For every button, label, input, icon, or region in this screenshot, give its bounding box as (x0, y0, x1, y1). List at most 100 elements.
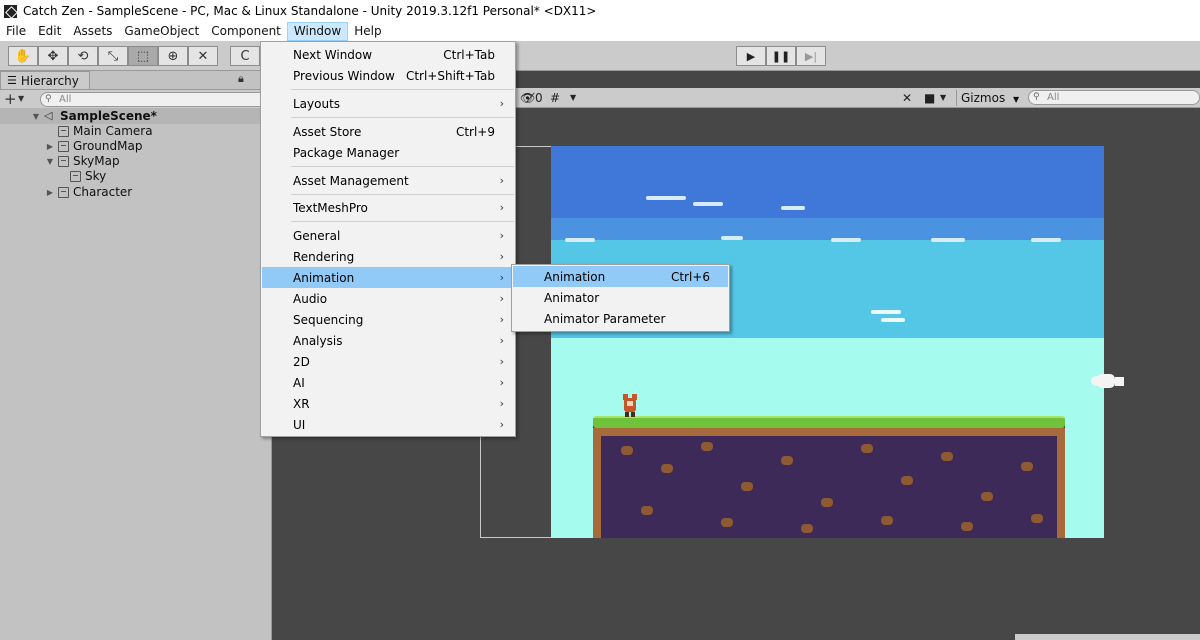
scale-tool-button[interactable]: ⤡ (98, 46, 128, 66)
menu-item-analysis[interactable]: Analysis › (262, 330, 514, 351)
chevron-down-icon[interactable]: ▼ (18, 94, 24, 103)
submenu-arrow-icon: › (499, 355, 504, 368)
gizmos-button[interactable]: Gizmos ▼ (956, 90, 1023, 106)
submenu-item-animator[interactable]: Animator (513, 287, 728, 308)
tree-row-sky[interactable]: Sky (0, 168, 272, 184)
pivot-toggle-button[interactable]: C (230, 46, 260, 66)
hierarchy-search-placeholder: All (59, 94, 72, 105)
window-title: Catch Zen - SampleScene - PC, Mac & Linu… (23, 4, 597, 18)
menu-item-layouts[interactable]: Layouts › (262, 93, 514, 114)
rock (821, 498, 833, 507)
submenu-arrow-icon: › (499, 397, 504, 410)
menu-item-animation[interactable]: Animation › (262, 267, 514, 288)
menu-separator (291, 89, 514, 90)
rock (721, 518, 733, 527)
unity-logo-icon (4, 4, 17, 18)
submenu-arrow-icon: › (499, 97, 504, 110)
submenu-arrow-icon: › (499, 201, 504, 214)
transform-tool-button[interactable]: ⊕ (158, 46, 188, 66)
tools-icon[interactable]: ✕ (902, 90, 912, 106)
grid-snap-icon[interactable]: # (550, 90, 560, 106)
menu-file[interactable]: File (0, 22, 32, 41)
tree-row-scene[interactable]: ▼ ◁ SampleScene* (0, 108, 272, 124)
gameobject-cube-icon (58, 140, 69, 152)
rock (741, 482, 753, 491)
menu-item-ui[interactable]: UI › (262, 414, 514, 435)
rect-tool-button[interactable]: ⬚ (128, 46, 158, 66)
scene-search-input[interactable]: ⚲ All (1028, 90, 1200, 105)
menu-item-next-window[interactable]: Next Window Ctrl+Tab (262, 44, 514, 65)
menu-item-ai[interactable]: AI › (262, 372, 514, 393)
hidden-objects-icon[interactable]: 👁︎̸ (520, 90, 535, 106)
add-object-button[interactable]: + (4, 90, 17, 108)
menu-item-general[interactable]: General › (262, 225, 514, 246)
hidden-objects-count: 0 (535, 91, 543, 105)
menu-item-asset-store[interactable]: Asset Store Ctrl+9 (262, 121, 514, 142)
menu-item-asset-management[interactable]: Asset Management › (262, 170, 514, 191)
menu-item-previous-window[interactable]: Previous Window Ctrl+Shift+Tab (262, 65, 514, 86)
rock (961, 522, 973, 531)
menu-edit[interactable]: Edit (32, 22, 67, 41)
menu-item-package-manager[interactable]: Package Manager (262, 142, 514, 163)
menu-item-xr[interactable]: XR › (262, 393, 514, 414)
hand-tool-icon: ✋ (14, 48, 32, 64)
menu-separator (291, 166, 514, 167)
expand-arrow-icon[interactable]: ▶ (44, 188, 56, 197)
hierarchy-search-input[interactable]: ⚲ All (40, 92, 270, 107)
menu-separator (291, 117, 514, 118)
hierarchy-tab[interactable]: ☰ Hierarchy (0, 71, 90, 89)
chevron-down-icon[interactable]: ▼ (940, 90, 946, 106)
expand-arrow-icon[interactable]: ▼ (30, 112, 42, 121)
animation-submenu: Animation Ctrl+6 Animator Animator Param… (511, 264, 730, 332)
chevron-down-icon[interactable]: ▼ (570, 90, 576, 106)
play-button[interactable]: ▶ (736, 46, 766, 66)
tree-row-main-camera[interactable]: Main Camera (0, 123, 272, 139)
menu-item-rendering[interactable]: Rendering › (262, 246, 514, 267)
expand-arrow-icon[interactable]: ▶ (44, 142, 56, 151)
pause-button[interactable]: ❚❚ (766, 46, 796, 66)
menu-window[interactable]: Window (286, 22, 349, 41)
menu-item-shortcut: Ctrl+Shift+Tab (405, 68, 495, 83)
submenu-arrow-icon: › (499, 229, 504, 242)
submenu-item-animation[interactable]: Animation Ctrl+6 (513, 266, 728, 287)
rotate-tool-icon: ⟲ (77, 48, 89, 64)
lock-icon[interactable]: 🔒︎ (238, 72, 244, 86)
camera-gizmo-icon[interactable] (1091, 370, 1125, 392)
menu-assets[interactable]: Assets (67, 22, 118, 41)
custom-tool-button[interactable]: ✕ (188, 46, 218, 66)
tree-item-label: SkyMap (73, 154, 120, 168)
menu-item-label: AI (293, 375, 305, 390)
menu-item-label: General (293, 228, 341, 243)
character-sprite[interactable] (620, 392, 640, 418)
tree-row-skymap[interactable]: ▼ SkyMap (0, 153, 272, 169)
menu-item-textmeshpro[interactable]: TextMeshPro › (262, 197, 514, 218)
play-icon: ▶ (746, 49, 756, 63)
submenu-item-animator-parameter[interactable]: Animator Parameter (513, 308, 728, 329)
scene-search-placeholder: All (1047, 92, 1060, 103)
hand-tool-button[interactable]: ✋ (8, 46, 38, 66)
step-button[interactable]: ▶| (796, 46, 826, 66)
menu-item-audio[interactable]: Audio › (262, 288, 514, 309)
menu-item-label: Analysis (293, 333, 343, 348)
camera-icon[interactable]: ■ (924, 90, 935, 106)
rock (661, 464, 673, 473)
ground-dirt-left (593, 428, 601, 538)
menu-item-2d[interactable]: 2D › (262, 351, 514, 372)
camera-gizmo-body (1097, 374, 1115, 388)
expand-arrow-icon[interactable]: ▼ (44, 157, 56, 166)
menu-item-label: 2D (293, 354, 310, 369)
search-icon: ⚲ (1033, 92, 1040, 102)
menu-item-label: Audio (293, 291, 328, 306)
menu-help[interactable]: Help (348, 22, 387, 41)
menu-item-sequencing[interactable]: Sequencing › (262, 309, 514, 330)
rotate-tool-button[interactable]: ⟲ (68, 46, 98, 66)
gizmos-label: Gizmos (961, 91, 1006, 105)
pause-icon: ❚❚ (771, 49, 791, 63)
menu-gameobject[interactable]: GameObject (118, 22, 205, 41)
tree-row-groundmap[interactable]: ▶ GroundMap (0, 138, 272, 154)
menu-component[interactable]: Component (205, 22, 287, 41)
tree-item-label: Character (73, 185, 133, 199)
tree-row-character[interactable]: ▶ Character (0, 184, 272, 200)
menu-item-label: Layouts (293, 96, 341, 111)
move-tool-button[interactable]: ✥ (38, 46, 68, 66)
